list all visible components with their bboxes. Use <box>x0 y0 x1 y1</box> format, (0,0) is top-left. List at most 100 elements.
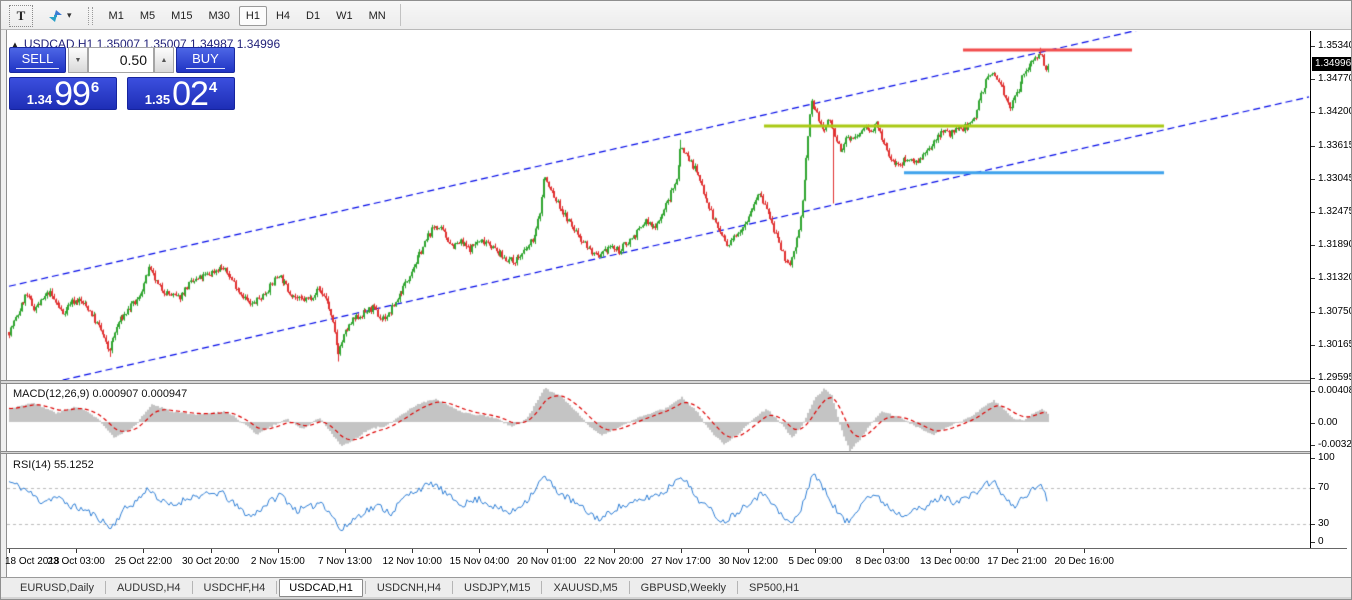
axis-tick-mark <box>1311 245 1315 246</box>
axis-tick-mark <box>1311 542 1315 543</box>
axis-tick-mark <box>1311 312 1315 313</box>
rsi-scale-label: 0 <box>1318 535 1324 548</box>
axis-tick-mark <box>1311 423 1315 424</box>
mt4-window: T ▾ M1M5M15M30H1H4D1W1MN ▲ USDCAD,H1 1.35… <box>0 0 1352 600</box>
time-axis-label: 7 Nov 13:00 <box>318 556 372 567</box>
rsi-scale-label: 30 <box>1318 517 1329 530</box>
time-axis-label: 27 Nov 17:00 <box>651 556 711 567</box>
buy-price-digits: 02 <box>172 79 208 109</box>
macd-label: MACD(12,26,9) 0.000907 0.000947 <box>13 388 187 400</box>
chart-tab-usdchf-h4[interactable]: USDCHF,H4 <box>195 580 275 596</box>
axis-tick-mark <box>1311 79 1315 80</box>
time-tick-mark <box>614 549 615 553</box>
price-tick-label: 1.30165 <box>1318 338 1352 351</box>
timeframe-button-m5[interactable]: M5 <box>133 6 162 26</box>
toolbar-grip[interactable] <box>88 7 93 25</box>
volume-decrease-button[interactable]: ▼ <box>68 47 88 73</box>
sell-price-prefix: 1.34 <box>27 92 52 107</box>
buy-button[interactable]: BUY <box>176 47 235 73</box>
buy-button-label: BUY <box>186 51 225 69</box>
chart-tab-xauusd-m5[interactable]: XAUUSD,M5 <box>544 580 626 596</box>
price-tick-label: 1.34200 <box>1318 105 1352 118</box>
time-tick-mark <box>883 549 884 553</box>
timeframe-button-m15[interactable]: M15 <box>164 6 199 26</box>
timeframe-button-h4[interactable]: H4 <box>269 6 297 26</box>
time-tick-mark <box>345 549 346 553</box>
timeframe-button-w1[interactable]: W1 <box>329 6 360 26</box>
time-tick-mark <box>278 549 279 553</box>
toolbar-separator <box>400 4 401 26</box>
axis-tick-mark <box>1311 146 1315 147</box>
chart-tab-eurusd-daily[interactable]: EURUSD,Daily <box>11 580 103 596</box>
time-axis-label: 30 Oct 20:00 <box>182 556 239 567</box>
time-tick-mark <box>681 549 682 553</box>
axis-tick-mark <box>1311 445 1315 446</box>
time-axis-label: 5 Dec 09:00 <box>788 556 842 567</box>
timeframe-toolbar: M1M5M15M30H1H4D1W1MN <box>101 6 394 26</box>
chart-tab-audusd-h4[interactable]: AUDUSD,H4 <box>108 580 190 596</box>
time-tick-mark <box>143 549 144 553</box>
volume-increase-button[interactable]: ▲ <box>154 47 174 73</box>
time-axis-label: 20 Dec 16:00 <box>1054 556 1114 567</box>
axis-tick-mark <box>1311 112 1315 113</box>
macd-scale-label: 0.004083 <box>1318 384 1352 397</box>
chart-tab-gbpusd-weekly[interactable]: GBPUSD,Weekly <box>632 580 735 596</box>
time-tick-mark <box>479 549 480 553</box>
timeframe-button-m1[interactable]: M1 <box>102 6 131 26</box>
chart-tab-usdjpy-m15[interactable]: USDJPY,M15 <box>455 580 539 596</box>
axis-tick-mark <box>1311 212 1315 213</box>
axis-tick-mark <box>1311 524 1315 525</box>
time-tick-mark <box>748 549 749 553</box>
sell-price-pip: 6 <box>91 79 99 96</box>
price-tick-label: 1.33615 <box>1318 139 1352 152</box>
time-axis-label: 22 Nov 20:00 <box>584 556 644 567</box>
chart-tab-usdcad-h1[interactable]: USDCAD,H1 <box>279 579 363 597</box>
time-axis-label: 17 Dec 21:00 <box>987 556 1047 567</box>
chart-tab-sp500-h1[interactable]: SP500,H1 <box>740 580 808 596</box>
time-axis-label: 23 Oct 03:00 <box>48 556 105 567</box>
timeframe-button-m30[interactable]: M30 <box>202 6 237 26</box>
chart-tabs-bar: EURUSD,Daily AUDUSD,H4 USDCHF,H4USDCAD,H1 U… <box>1 577 1352 597</box>
time-axis-label: 30 Nov 12:00 <box>718 556 778 567</box>
rsi-pane-canvas[interactable] <box>7 454 1310 548</box>
one-click-trading-panel: SELL ▼ ▲ BUY 1.34 99 6 1.35 02 4 <box>9 47 235 109</box>
objects-tool-button[interactable]: ▾ <box>45 6 76 26</box>
buy-price-display[interactable]: 1.35 02 4 <box>127 77 235 110</box>
triangle-down-icon: ▼ <box>75 57 82 64</box>
axis-tick-mark <box>1311 378 1315 379</box>
price-tick-label: 1.31320 <box>1318 271 1352 284</box>
rsi-scale-label: 100 <box>1318 451 1335 464</box>
price-tick-label: 1.31890 <box>1318 238 1352 251</box>
sell-price-display[interactable]: 1.34 99 6 <box>9 77 117 110</box>
tab-separator <box>541 581 542 594</box>
time-axis-label: 13 Dec 00:00 <box>920 556 980 567</box>
current-price-badge: 1.34996 <box>1312 57 1352 71</box>
sell-button[interactable]: SELL <box>9 47 66 73</box>
tab-separator <box>452 581 453 594</box>
buy-price-pip: 4 <box>209 79 217 96</box>
time-axis-label: 12 Nov 10:00 <box>382 556 442 567</box>
timeframe-button-mn[interactable]: MN <box>362 6 393 26</box>
text-tool-button[interactable]: T <box>9 5 33 27</box>
timeframe-button-h1[interactable]: H1 <box>239 6 267 26</box>
price-tick-label: 1.32475 <box>1318 205 1352 218</box>
tab-separator <box>365 581 366 594</box>
time-axis[interactable]: 18 Oct 201823 Oct 03:0025 Oct 22:0030 Oc… <box>7 548 1347 577</box>
macd-pane-canvas[interactable] <box>7 384 1310 451</box>
price-tick-label: 1.29595 <box>1318 371 1352 384</box>
sell-price-digits: 99 <box>54 79 90 109</box>
top-toolbar: T ▾ M1M5M15M30H1H4D1W1MN <box>1 1 1351 30</box>
time-tick-mark <box>412 549 413 553</box>
axis-tick-mark <box>1311 345 1315 346</box>
axis-tick-mark <box>1311 488 1315 489</box>
chart-tab-usdcnh-h4[interactable]: USDCNH,H4 <box>368 580 450 596</box>
price-tick-label: 1.35340 <box>1318 39 1352 52</box>
macd-scale-label: 0.00 <box>1318 416 1337 429</box>
time-axis-label: 15 Nov 04:00 <box>450 556 510 567</box>
volume-input[interactable] <box>88 47 154 73</box>
triangle-up-icon: ▲ <box>161 57 168 64</box>
price-axis[interactable]: 1.353401.347701.342001.336151.330451.324… <box>1310 31 1352 548</box>
axis-tick-mark <box>1311 46 1315 47</box>
timeframe-button-d1[interactable]: D1 <box>299 6 327 26</box>
axis-tick-mark <box>1311 278 1315 279</box>
